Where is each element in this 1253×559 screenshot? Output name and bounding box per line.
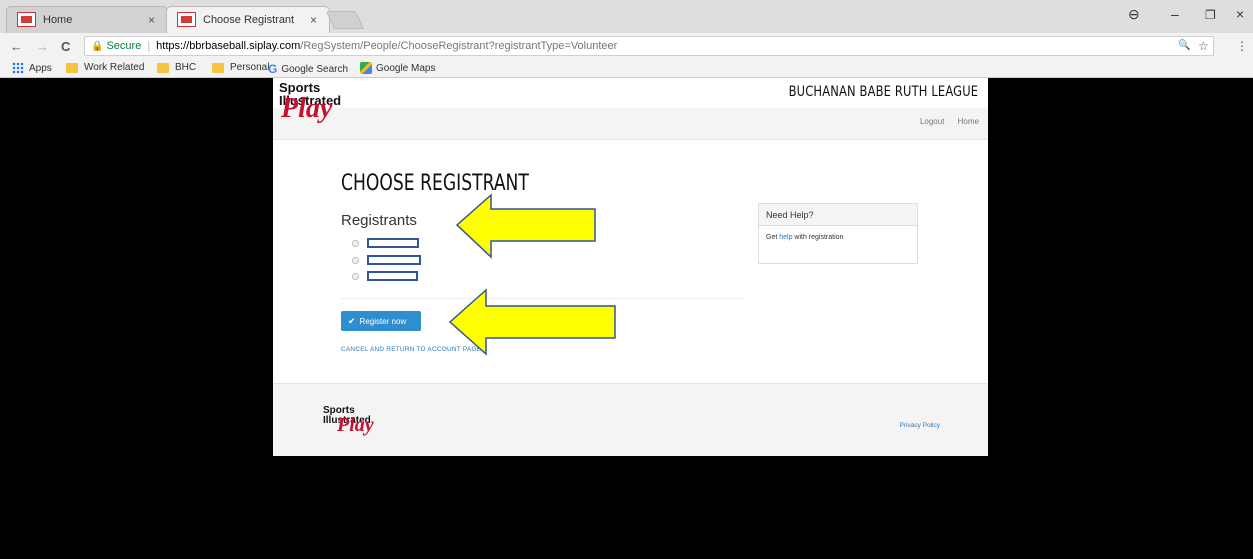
- secure-label: Secure: [106, 40, 142, 52]
- close-window-button[interactable]: ×: [1236, 6, 1244, 22]
- bookmark-label: Google Maps: [376, 62, 436, 74]
- home-link[interactable]: Home: [958, 117, 979, 126]
- registrant-option-3[interactable]: [352, 271, 418, 281]
- tab-label: Choose Registrant: [203, 14, 295, 26]
- google-icon: G: [268, 62, 278, 76]
- folder-icon: [157, 62, 169, 73]
- redacted-registrant-name: [367, 255, 421, 265]
- browser-tab-bar: Home × Choose Registrant × ⊖ – ❐ ×: [0, 0, 1253, 33]
- annotation-arrow-icon: [448, 288, 616, 356]
- registrant-radio[interactable]: [352, 256, 359, 264]
- register-button-label: Register now: [359, 316, 407, 326]
- bookmark-label: Work Related: [84, 62, 145, 73]
- registrant-radio[interactable]: [352, 239, 359, 247]
- bookmark-label: BHC: [175, 62, 197, 73]
- registrant-option-2[interactable]: [352, 255, 421, 265]
- site-favicon-icon: [177, 12, 196, 27]
- register-now-button[interactable]: ✔ Register now: [341, 311, 421, 331]
- tab-choose-registrant[interactable]: Choose Registrant ×: [166, 6, 330, 33]
- logo-text-play: Play: [337, 414, 374, 436]
- registrant-radio[interactable]: [352, 272, 359, 280]
- maps-icon: [360, 62, 372, 74]
- back-button[interactable]: ←: [10, 39, 23, 54]
- new-tab-button[interactable]: [325, 11, 365, 29]
- lock-icon: 🔒: [91, 41, 104, 52]
- address-bar[interactable]: 🔒 Secure | https://bbrbaseball.siplay.com/R…: [84, 36, 1214, 56]
- logo-text-play: Play: [281, 93, 333, 124]
- site-footer: Sports Illustrated Play Privacy Policy: [273, 383, 988, 456]
- tab-label: Home: [43, 14, 73, 26]
- bookmark-google-search[interactable]: G Google Search: [268, 62, 348, 76]
- bookmark-label: Apps: [29, 62, 52, 74]
- help-panel-body: Get help with registration: [759, 226, 917, 241]
- redacted-registrant-name: [367, 271, 418, 281]
- checkmark-icon: ✔: [348, 315, 356, 326]
- web-page: Sports Illustrated Play BUCHANAN BABE RU…: [273, 78, 988, 456]
- privacy-policy-link[interactable]: Privacy Policy: [900, 422, 940, 429]
- address-separator: |: [147, 40, 151, 52]
- browser-toolbar: ← → C 🔒 Secure | https://bbrbaseball.siplay…: [0, 33, 1253, 59]
- forward-button[interactable]: →: [36, 39, 49, 54]
- bookmarks-bar: Apps Work Related BHC Personal G Google …: [0, 59, 1253, 78]
- bookmark-work-related[interactable]: Work Related: [66, 62, 144, 73]
- zoom-icon[interactable]: 🔍: [1178, 40, 1190, 51]
- bookmark-apps[interactable]: Apps: [12, 62, 52, 74]
- reload-button[interactable]: C: [61, 39, 70, 54]
- bookmark-star-icon[interactable]: ☆: [1198, 39, 1209, 53]
- header-links: Logout Home: [909, 117, 979, 126]
- bookmark-label: Google Search: [281, 63, 349, 75]
- browser-menu-icon[interactable]: ⋮: [1236, 39, 1248, 53]
- bookmark-label: Personal: [230, 62, 270, 73]
- bookmark-personal[interactable]: Personal: [212, 62, 269, 73]
- tab-close-icon[interactable]: ×: [148, 13, 155, 27]
- redacted-registrant-name: [367, 238, 419, 248]
- help-panel: Need Help? Get help with registration: [758, 203, 918, 264]
- league-title: BUCHANAN BABE RUTH LEAGUE: [788, 84, 978, 100]
- folder-icon: [66, 62, 78, 73]
- minimize-button[interactable]: –: [1171, 6, 1179, 22]
- url-path: /RegSystem/People/ChooseRegistrant?regis…: [300, 40, 618, 52]
- bookmark-bhc[interactable]: BHC: [157, 62, 196, 73]
- help-panel-heading: Need Help?: [759, 204, 917, 226]
- bookmark-google-maps[interactable]: Google Maps: [360, 62, 435, 74]
- restore-button[interactable]: ❐: [1205, 8, 1216, 22]
- site-favicon-icon: [17, 12, 36, 27]
- tab-home[interactable]: Home ×: [6, 6, 168, 33]
- registrant-option-1[interactable]: [352, 238, 419, 248]
- tab-close-icon[interactable]: ×: [310, 13, 317, 27]
- site-header: Sports Illustrated Play BUCHANAN BABE RU…: [273, 78, 988, 140]
- help-link[interactable]: help: [779, 234, 792, 241]
- profile-icon[interactable]: ⊖: [1128, 6, 1140, 23]
- header-subbar: [273, 108, 988, 140]
- help-text-suffix: with registration: [792, 234, 844, 241]
- url-host: https://bbrbaseball.siplay.com: [156, 40, 301, 52]
- annotation-arrow-icon: [455, 193, 596, 259]
- logout-link[interactable]: Logout: [920, 117, 944, 126]
- help-text-prefix: Get: [766, 234, 780, 241]
- apps-icon: [12, 62, 24, 74]
- folder-icon: [212, 62, 224, 73]
- registrants-heading: Registrants: [341, 212, 417, 229]
